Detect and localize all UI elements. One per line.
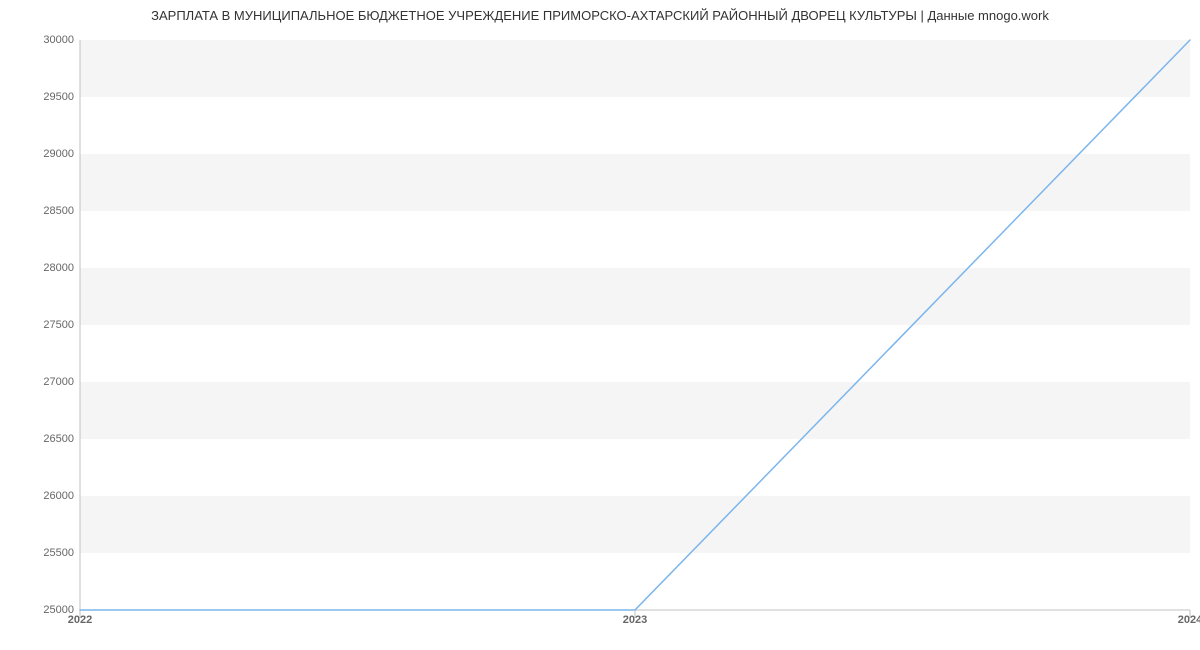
y-tick-label: 27500 [4, 319, 74, 331]
y-tick-label: 26000 [4, 490, 74, 502]
y-tick-label: 28500 [4, 205, 74, 217]
grid-band [80, 154, 1190, 211]
y-tick-label: 30000 [4, 34, 74, 46]
plot-area [80, 40, 1190, 610]
y-tick-label: 26500 [4, 433, 74, 445]
grid-band [80, 97, 1190, 154]
grid-band [80, 40, 1190, 97]
grid-band [80, 553, 1190, 610]
grid-band [80, 439, 1190, 496]
grid-band [80, 211, 1190, 268]
y-tick-label: 29500 [4, 91, 74, 103]
y-tick-label: 28000 [4, 262, 74, 274]
y-tick-label: 25000 [4, 604, 74, 616]
y-tick-label: 25500 [4, 547, 74, 559]
chart-title: ЗАРПЛАТА В МУНИЦИПАЛЬНОЕ БЮДЖЕТНОЕ УЧРЕЖ… [0, 8, 1200, 23]
y-tick-label: 29000 [4, 148, 74, 160]
grid-band [80, 325, 1190, 382]
chart-svg [80, 40, 1190, 610]
grid-band [80, 268, 1190, 325]
grid-band [80, 382, 1190, 439]
x-tick-label: 2024 [1178, 614, 1200, 626]
chart-container: ЗАРПЛАТА В МУНИЦИПАЛЬНОЕ БЮДЖЕТНОЕ УЧРЕЖ… [0, 0, 1200, 650]
y-tick-label: 27000 [4, 376, 74, 388]
grid-band [80, 496, 1190, 553]
